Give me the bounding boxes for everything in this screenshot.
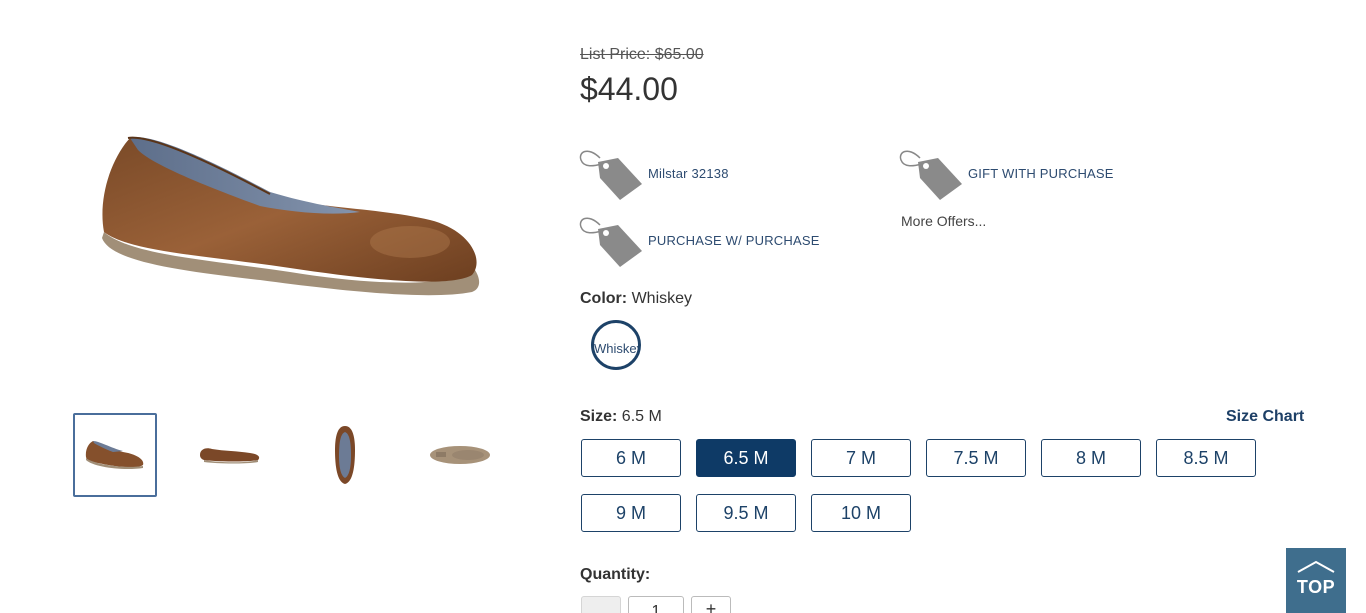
shoe-three-quarter-thumbnail xyxy=(85,441,144,470)
size-option-6[interactable]: 6 M xyxy=(581,439,681,477)
offer-milstar[interactable]: Milstar 32138 xyxy=(578,144,729,202)
chevron-up-icon xyxy=(1297,560,1335,573)
shoe-sole-thumbnail xyxy=(430,446,490,464)
list-price: List Price: $65.00 xyxy=(580,46,704,63)
back-to-top-label: TOP xyxy=(1296,577,1336,597)
quantity-increment-button[interactable]: + xyxy=(691,596,731,613)
quantity-label: Quantity: xyxy=(580,566,651,583)
more-offers-link[interactable]: More Offers... xyxy=(901,213,986,229)
thumbnail-2[interactable] xyxy=(188,413,272,497)
thumbnail-1[interactable] xyxy=(73,413,157,497)
swatch-alt-text: Whiskey xyxy=(594,341,641,356)
price-tag-icon xyxy=(579,150,642,200)
size-label: Size: xyxy=(580,408,618,425)
size-option-7-5[interactable]: 7.5 M xyxy=(926,439,1026,477)
back-to-top-button[interactable]: TOP xyxy=(1286,548,1346,613)
main-product-image[interactable] xyxy=(90,120,490,320)
price-tag-icon xyxy=(899,150,962,200)
sale-price: $44.00 xyxy=(580,71,678,107)
size-chart-link[interactable]: Size Chart xyxy=(1226,408,1304,426)
quantity-input[interactable]: 1 xyxy=(628,596,684,613)
price-tag-icon xyxy=(579,217,642,267)
size-option-8-5[interactable]: 8.5 M xyxy=(1156,439,1256,477)
size-value: 6.5 M xyxy=(621,408,662,425)
shoe-top-thumbnail xyxy=(335,426,355,484)
size-option-6-5[interactable]: 6.5 M xyxy=(696,439,796,477)
thumbnail-strip xyxy=(73,413,533,497)
size-row: Size: 6.5 M xyxy=(580,408,662,426)
offer-label: PURCHASE W/ PURCHASE xyxy=(648,232,820,248)
thumbnail-3[interactable] xyxy=(303,413,387,497)
color-label: Color: xyxy=(580,290,628,307)
color-row: Color: Whiskey xyxy=(580,290,692,308)
shoe-image xyxy=(102,136,480,296)
offer-gift-with-purchase[interactable]: GIFT WITH PURCHASE xyxy=(898,144,1114,202)
size-option-8[interactable]: 8 M xyxy=(1041,439,1141,477)
color-swatch-whiskey[interactable]: Whiskey xyxy=(591,320,641,370)
size-option-10[interactable]: 10 M xyxy=(811,494,911,532)
size-option-9[interactable]: 9 M xyxy=(581,494,681,532)
color-value: Whiskey xyxy=(631,290,693,307)
size-option-9-5[interactable]: 9.5 M xyxy=(696,494,796,532)
offer-label: Milstar 32138 xyxy=(648,165,729,181)
offer-label: GIFT WITH PURCHASE xyxy=(968,165,1114,181)
size-option-7[interactable]: 7 M xyxy=(811,439,911,477)
thumbnail-4[interactable] xyxy=(418,413,502,497)
shoe-side-thumbnail xyxy=(200,448,260,464)
offer-purchase-with-purchase[interactable]: PURCHASE W/ PURCHASE xyxy=(578,211,820,269)
quantity-decrement-button[interactable] xyxy=(581,596,621,613)
